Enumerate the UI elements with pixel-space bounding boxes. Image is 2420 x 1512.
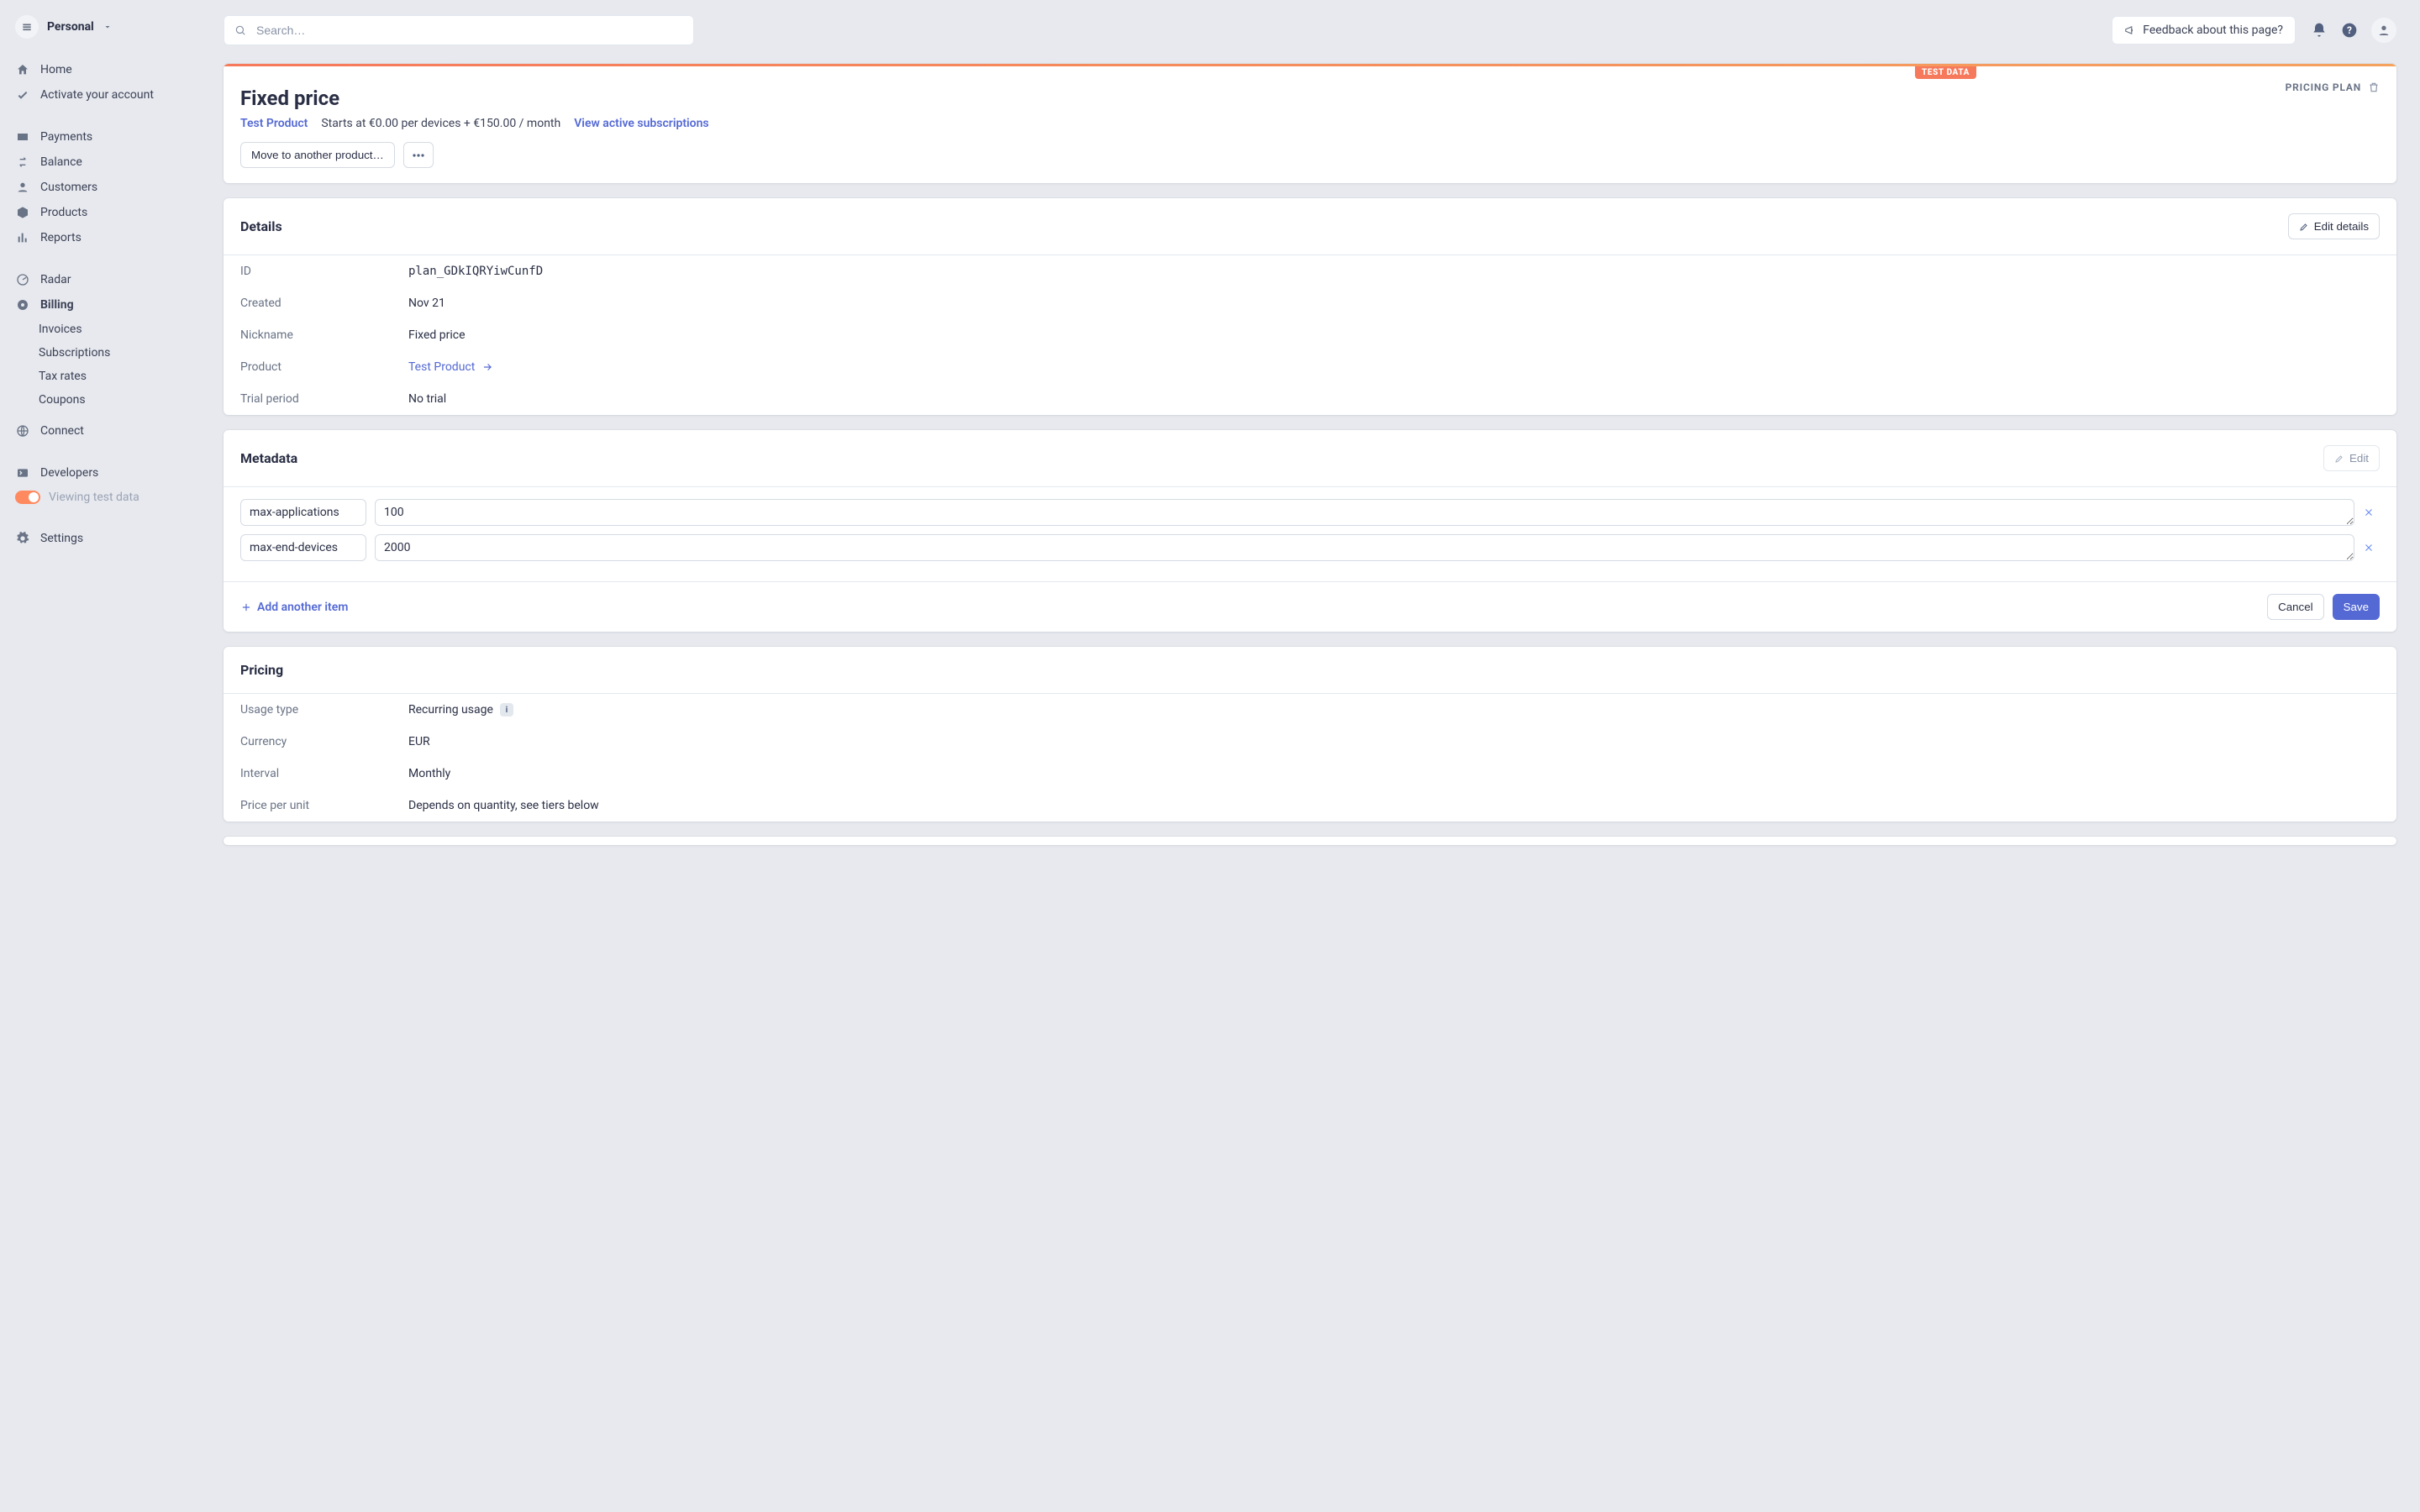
nav-activate[interactable]: Activate your account [0, 82, 200, 108]
metadata-key-input[interactable] [240, 534, 366, 561]
nav-customers[interactable]: Customers [0, 175, 200, 200]
nav-subscriptions[interactable]: Subscriptions [0, 341, 200, 365]
nav-invoices[interactable]: Invoices [0, 318, 200, 341]
pricing-row-interval: Interval Monthly [240, 758, 2380, 790]
check-icon [15, 87, 30, 102]
plan-hero-card: TEST DATA Fixed price Test Product Start… [224, 64, 2396, 183]
details-title: Details [240, 218, 282, 234]
metadata-row: 100 [240, 499, 2380, 526]
user-icon [15, 180, 30, 195]
plan-type-tag: PRICING PLAN [2286, 81, 2380, 93]
terminal-icon [15, 465, 30, 480]
metadata-card: Metadata Edit 100 2000 [224, 430, 2396, 632]
box-icon [15, 205, 30, 220]
edit-details-button[interactable]: Edit details [2288, 213, 2380, 239]
billing-icon [15, 297, 30, 312]
add-metadata-item[interactable]: Add another item [240, 601, 348, 614]
details-card: Details Edit details ID plan_GDkIQRYiwCu… [224, 198, 2396, 415]
bar-chart-icon [15, 230, 30, 245]
chevron-down-icon [103, 22, 113, 32]
nav-payments[interactable]: Payments [0, 124, 200, 150]
megaphone-icon [2124, 24, 2136, 36]
product-link[interactable]: Test Product [240, 117, 308, 130]
radar-icon [15, 272, 30, 287]
price-summary: Starts at €0.00 per devices + €150.00 / … [321, 117, 560, 130]
nav-radar[interactable]: Radar [0, 267, 200, 292]
plus-icon [240, 601, 252, 613]
metadata-value-input[interactable]: 2000 [375, 534, 2354, 561]
nav-billing[interactable]: Billing [0, 292, 200, 318]
pencil-icon [2299, 222, 2309, 232]
metadata-value-input[interactable]: 100 [375, 499, 2354, 526]
pencil-icon [2334, 454, 2344, 464]
cancel-button[interactable]: Cancel [2267, 594, 2324, 620]
nav-connect[interactable]: Connect [0, 418, 200, 444]
detail-row-created: Created Nov 21 [240, 287, 2380, 319]
globe-icon [15, 423, 30, 438]
detail-row-id: ID plan_GDkIQRYiwCunfD [240, 255, 2380, 287]
topbar: Feedback about this page? ? [224, 15, 2396, 45]
help-icon[interactable]: ? [2341, 22, 2358, 39]
wallet-icon [15, 129, 30, 144]
nav-home[interactable]: Home [0, 57, 200, 82]
test-data-toggle-row: Viewing test data [0, 486, 200, 509]
detail-row-trial: Trial period No trial [240, 383, 2380, 415]
move-product-button[interactable]: Move to another product… [240, 142, 395, 168]
remove-row-icon[interactable] [2363, 507, 2380, 518]
test-data-badge: TEST DATA [1915, 66, 1976, 79]
workspace-switcher[interactable]: Personal [0, 15, 200, 52]
nav-reports[interactable]: Reports [0, 225, 200, 250]
search-input[interactable] [255, 23, 683, 38]
main-content: Feedback about this page? ? TEST DATA Fi… [200, 0, 2420, 1512]
ellipsis-icon [413, 154, 424, 157]
nav-coupons[interactable]: Coupons [0, 388, 200, 412]
svg-text:?: ? [2347, 24, 2352, 36]
next-card-peek [224, 837, 2396, 845]
pricing-row-usage: Usage type Recurring usage i [240, 694, 2380, 726]
workspace-name: Personal [47, 20, 94, 34]
search-icon [234, 24, 246, 36]
pricing-title: Pricing [240, 662, 283, 678]
metadata-row: 2000 [240, 534, 2380, 561]
search-box[interactable] [224, 15, 694, 45]
sidebar: Personal Home Activate your account Paym… [0, 0, 200, 1512]
pricing-row-ppu: Price per unit Depends on quantity, see … [240, 790, 2380, 822]
detail-product-link[interactable]: Test Product [408, 360, 475, 374]
delete-plan-icon[interactable] [2368, 81, 2380, 93]
home-icon [15, 62, 30, 77]
metadata-key-input[interactable] [240, 499, 366, 526]
nav-balance[interactable]: Balance [0, 150, 200, 175]
more-actions-button[interactable] [403, 142, 434, 168]
arrow-right-icon [481, 361, 493, 373]
view-subscriptions-link[interactable]: View active subscriptions [574, 117, 708, 130]
metadata-title: Metadata [240, 450, 297, 466]
pricing-row-currency: Currency EUR [240, 726, 2380, 758]
bell-icon[interactable] [2311, 22, 2328, 39]
avatar[interactable] [2371, 18, 2396, 43]
save-button[interactable]: Save [2333, 594, 2380, 620]
remove-row-icon[interactable] [2363, 542, 2380, 554]
nav-products[interactable]: Products [0, 200, 200, 225]
nav-tax-rates[interactable]: Tax rates [0, 365, 200, 388]
edit-metadata-button[interactable]: Edit [2323, 445, 2380, 471]
workspace-logo-icon [15, 15, 39, 39]
transfer-icon [15, 155, 30, 170]
pricing-card: Pricing Usage type Recurring usage i Cur… [224, 647, 2396, 822]
detail-row-product: Product Test Product [240, 351, 2380, 383]
feedback-button[interactable]: Feedback about this page? [2112, 16, 2296, 45]
detail-row-nickname: Nickname Fixed price [240, 319, 2380, 351]
info-icon[interactable]: i [500, 703, 513, 717]
nav-settings[interactable]: Settings [0, 526, 200, 551]
test-data-label: Viewing test data [49, 491, 139, 504]
plan-title: Fixed price [240, 87, 709, 110]
test-data-toggle[interactable] [15, 491, 40, 504]
nav-developers[interactable]: Developers [0, 460, 200, 486]
gear-icon [15, 531, 30, 546]
